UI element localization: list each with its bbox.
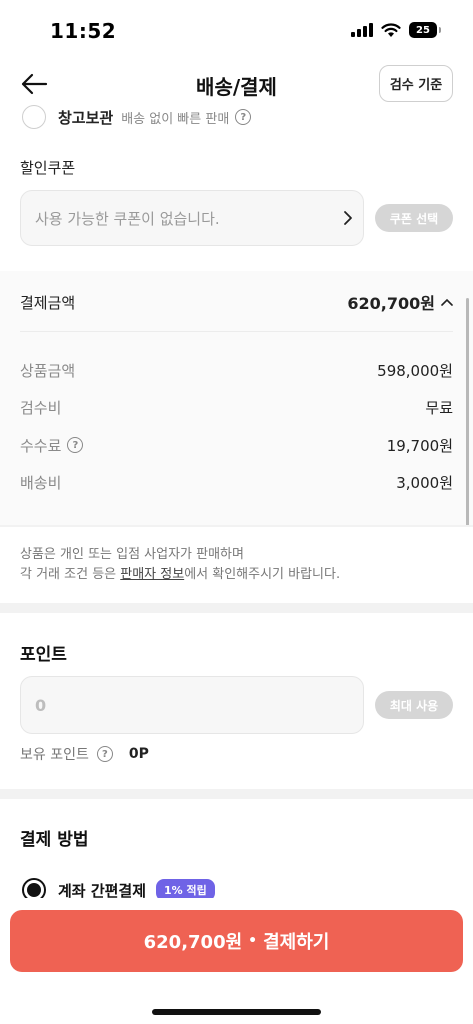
nav-bar: 배송/결제 검수 기준 xyxy=(0,62,473,106)
payment-row: 수수료 ? 19,700원 xyxy=(20,433,453,457)
storage-option[interactable]: 창고보관 배송 없이 빠른 판매 ? xyxy=(22,105,252,129)
scrollbar[interactable] xyxy=(466,298,469,526)
checkout-separator: • xyxy=(248,933,258,949)
payment-row-value: 3,000원 xyxy=(396,473,453,492)
payment-total-amount: 620,700원 xyxy=(347,294,435,313)
home-indicator xyxy=(152,1009,321,1015)
battery-icon: 25 xyxy=(409,22,441,38)
use-max-points-button[interactable]: 최대 사용 xyxy=(375,691,453,719)
seller-notice: 상품은 개인 또는 입점 사업자가 판매하며 각 거래 조건 등은 판매자 정보… xyxy=(20,545,340,585)
payment-summary-header[interactable]: 결제금액 620,700원 xyxy=(20,291,453,313)
points-input[interactable]: 0 xyxy=(20,676,364,734)
help-icon[interactable]: ? xyxy=(96,746,113,762)
checkout-amount: 620,700원 xyxy=(143,932,243,953)
payment-row-value: 598,000원 xyxy=(377,361,453,380)
status-icons: 25 xyxy=(351,22,441,38)
notice-line: 각 거래 조건 등은 판매자 정보에서 확인해주시기 바랍니다. xyxy=(20,567,341,582)
points-title: 포인트 xyxy=(20,645,67,665)
owned-points-label: 보유 포인트 xyxy=(20,747,89,763)
wifi-icon xyxy=(381,22,401,37)
coupon-field[interactable]: 사용 가능한 쿠폰이 없습니다. xyxy=(20,190,364,246)
payment-row: 상품금액 598,000원 xyxy=(20,358,453,382)
payment-row-label: 검수비 xyxy=(20,398,62,417)
status-time: 11:52 xyxy=(50,19,117,43)
chevron-up-icon xyxy=(441,298,453,306)
seller-info-link[interactable]: 판매자 정보 xyxy=(120,567,184,582)
help-icon[interactable]: ? xyxy=(235,109,252,125)
payment-row-label: 수수료 ? xyxy=(20,435,84,456)
divider xyxy=(20,331,453,332)
status-bar: 11:52 25 xyxy=(0,0,473,62)
chevron-right-icon xyxy=(333,210,363,226)
coupon-title: 할인쿠폰 xyxy=(20,159,76,177)
payment-row-label: 배송비 xyxy=(20,473,62,492)
owned-points-value: 0P xyxy=(128,746,149,762)
storage-radio[interactable] xyxy=(22,105,46,129)
payment-total-value: 620,700원 xyxy=(347,290,453,314)
help-icon[interactable]: ? xyxy=(67,437,84,453)
payment-row-label: 상품금액 xyxy=(20,361,76,380)
payment-row: 검수비 무료 xyxy=(20,395,453,419)
divider xyxy=(0,525,473,527)
payment-total-label: 결제금액 xyxy=(20,293,76,312)
owned-points: 보유 포인트 ? 0P xyxy=(20,744,149,764)
payment-summary: 결제금액 620,700원 상품금액 598,000원 검수비 무료 수수료 ?… xyxy=(0,271,473,525)
section-separator xyxy=(0,789,473,799)
coupon-select-button[interactable]: 쿠폰 선택 xyxy=(375,204,453,232)
checkout-bar: 620,700원 • 결제하기 xyxy=(0,898,473,1024)
checkout-button[interactable]: 620,700원 • 결제하기 xyxy=(10,910,463,972)
fee-label: 수수료 xyxy=(20,436,62,455)
inspection-criteria-button[interactable]: 검수 기준 xyxy=(379,65,453,102)
payment-row-value: 무료 xyxy=(425,398,453,417)
coupon-placeholder: 사용 가능한 쿠폰이 없습니다. xyxy=(35,209,220,228)
cellular-signal-icon xyxy=(351,23,373,37)
storage-description: 배송 없이 빠른 판매 xyxy=(121,111,230,127)
payment-row-value: 19,700원 xyxy=(386,436,453,455)
payment-method-title: 결제 방법 xyxy=(20,830,89,850)
notice-line: 상품은 개인 또는 입점 사업자가 판매하며 xyxy=(20,547,244,562)
battery-level: 25 xyxy=(416,24,430,36)
checkout-action: 결제하기 xyxy=(263,932,330,953)
payment-row: 배송비 3,000원 xyxy=(20,470,453,494)
section-separator xyxy=(0,603,473,613)
storage-label: 창고보관 xyxy=(58,108,114,127)
